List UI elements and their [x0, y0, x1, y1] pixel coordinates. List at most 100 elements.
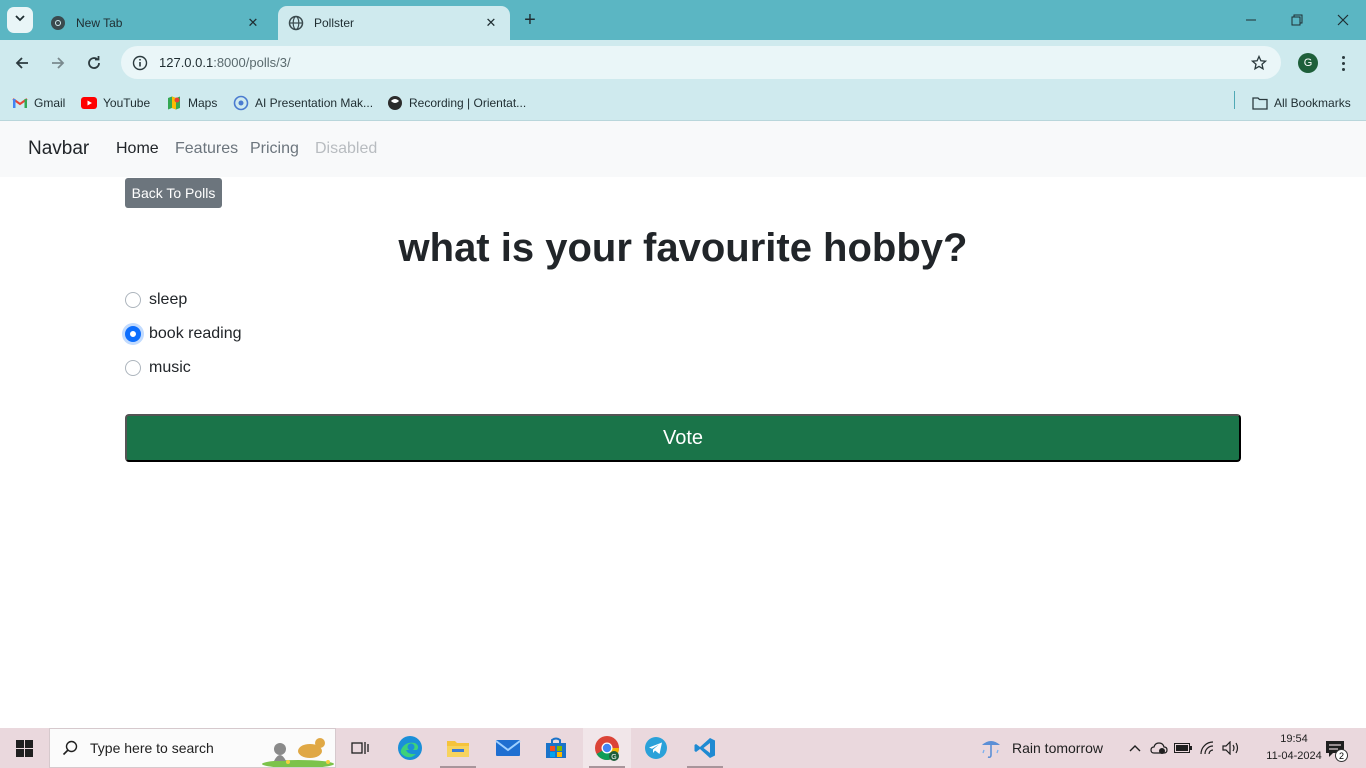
radio-button-checked[interactable] — [125, 326, 141, 342]
nav-link-pricing[interactable]: Pricing — [250, 140, 299, 158]
back-to-polls-button[interactable]: Back To Polls — [125, 178, 222, 208]
back-nav-button[interactable] — [8, 49, 36, 77]
chevron-down-icon — [14, 11, 26, 29]
chrome-icon — [50, 15, 66, 31]
radio-button[interactable] — [125, 360, 141, 376]
browser-menu-icon[interactable] — [1334, 50, 1352, 76]
forward-nav-button[interactable] — [44, 49, 72, 77]
taskbar-file-explorer[interactable] — [434, 728, 482, 768]
chevron-up-icon — [1129, 745, 1141, 752]
plus-icon: + — [524, 8, 536, 31]
bookmark-maps[interactable]: Maps — [166, 93, 217, 113]
all-bookmarks-button[interactable]: All Bookmarks — [1252, 93, 1351, 113]
mail-icon — [495, 740, 521, 756]
arrow-right-icon — [52, 57, 65, 69]
bookmark-label: All Bookmarks — [1274, 96, 1351, 110]
browser-toolbar: 127.0.0.1:8000/polls/3/ — [0, 40, 1366, 86]
maps-icon — [166, 95, 182, 111]
nav-link-home[interactable]: Home — [116, 140, 159, 158]
show-hidden-icons-button[interactable] — [1126, 728, 1144, 768]
windows-icon — [15, 739, 33, 757]
address-bar[interactable]: 127.0.0.1:8000/polls/3/ — [121, 46, 1281, 79]
taskbar-telegram[interactable] — [632, 728, 680, 768]
onedrive-status[interactable] — [1148, 728, 1170, 768]
reload-icon — [88, 56, 100, 69]
taskbar-store[interactable] — [532, 728, 580, 768]
task-view-button[interactable] — [336, 728, 384, 768]
navbar-brand[interactable]: Navbar — [28, 138, 89, 160]
battery-status[interactable] — [1172, 728, 1194, 768]
vscode-icon — [694, 738, 715, 758]
clock-date: 11-04-2024 — [1266, 750, 1322, 762]
bookmark-label: Maps — [188, 96, 218, 110]
reload-button[interactable] — [80, 49, 108, 77]
choice-sleep[interactable]: sleep — [125, 289, 187, 311]
choice-book-reading[interactable]: book reading — [125, 323, 242, 345]
ai-presentation-icon — [233, 95, 249, 111]
radio-button[interactable] — [125, 292, 141, 308]
close-tab-icon[interactable]: ✕ — [482, 14, 500, 32]
bookmark-label: AI Presentation Mak... — [255, 96, 374, 110]
choice-music[interactable]: music — [125, 357, 191, 379]
edge-icon — [398, 736, 422, 760]
tab-title: Pollster — [314, 16, 355, 30]
profile-avatar[interactable]: G — [1298, 53, 1318, 73]
telegram-icon — [645, 737, 667, 759]
rain-icon — [978, 735, 1004, 761]
browser-tabstrip: New Tab ✕ Pollster ✕ + — [0, 0, 1366, 40]
wifi-status[interactable] — [1197, 728, 1219, 768]
bookmark-label: Gmail — [34, 96, 66, 110]
globe-icon — [288, 15, 304, 31]
weather-widget[interactable]: Rain tomorrow — [978, 728, 1103, 768]
poll-question: what is your favourite hobby? — [398, 226, 968, 270]
bookmarks-divider — [1234, 91, 1235, 109]
bookmark-recording[interactable]: Recording | Orientat... — [387, 93, 526, 113]
cloud-sync-icon — [1150, 742, 1168, 754]
system-clock[interactable]: 19:54 11-04-2024 — [1265, 731, 1323, 765]
bookmark-youtube[interactable]: YouTube — [81, 93, 150, 113]
svg-text:G: G — [611, 754, 616, 761]
search-highlight-illustration — [258, 731, 336, 768]
bookmark-label: Recording | Orientat... — [409, 96, 527, 110]
weather-text: Rain tomorrow — [1012, 740, 1104, 756]
restore-button[interactable] — [1274, 0, 1320, 40]
bookmark-gmail[interactable]: Gmail — [12, 93, 65, 113]
vote-button[interactable]: Vote — [125, 414, 1241, 462]
bookmark-ai-presentation[interactable]: AI Presentation Mak... — [233, 93, 373, 113]
battery-icon — [1174, 743, 1192, 753]
tab-new-tab[interactable]: New Tab ✕ — [40, 6, 272, 40]
arrow-left-icon — [15, 57, 28, 69]
url-host: 127.0.0.1 — [159, 55, 214, 70]
new-tab-button[interactable]: + — [518, 8, 542, 32]
site-navbar: Navbar Home Features Pricing Disabled — [0, 121, 1366, 177]
site-info-icon[interactable] — [123, 46, 157, 79]
folder-icon — [1252, 95, 1268, 111]
start-button[interactable] — [0, 728, 48, 768]
speaker-icon — [1222, 741, 1239, 755]
taskbar-vscode[interactable] — [681, 728, 729, 768]
taskbar-search-box[interactable]: Type here to search — [49, 728, 336, 768]
taskbar-mail[interactable] — [484, 728, 532, 768]
taskbar-chrome[interactable]: G — [583, 728, 631, 768]
tab-search-button[interactable] — [7, 7, 33, 33]
choice-label: sleep — [149, 291, 188, 308]
nav-link-features[interactable]: Features — [175, 140, 238, 158]
close-tab-icon[interactable]: ✕ — [244, 14, 262, 32]
notification-count-badge: 2 — [1335, 749, 1348, 762]
clock-time: 19:54 — [1280, 733, 1308, 745]
task-view-icon — [351, 742, 369, 754]
search-icon — [50, 740, 90, 756]
volume-control[interactable] — [1220, 728, 1242, 768]
tab-title: New Tab — [76, 16, 123, 30]
choice-label: book reading — [149, 325, 242, 342]
bookmark-star-icon[interactable] — [1249, 53, 1269, 73]
folder-icon — [447, 741, 469, 757]
youtube-icon — [81, 95, 97, 111]
wifi-icon — [1200, 741, 1214, 755]
notification-center-button[interactable]: 2 — [1322, 736, 1348, 762]
tab-pollster[interactable]: Pollster ✕ — [278, 6, 510, 40]
close-window-button[interactable] — [1320, 0, 1366, 40]
taskbar-edge[interactable] — [386, 728, 434, 768]
minimize-button[interactable] — [1228, 0, 1274, 40]
store-icon — [546, 737, 566, 758]
